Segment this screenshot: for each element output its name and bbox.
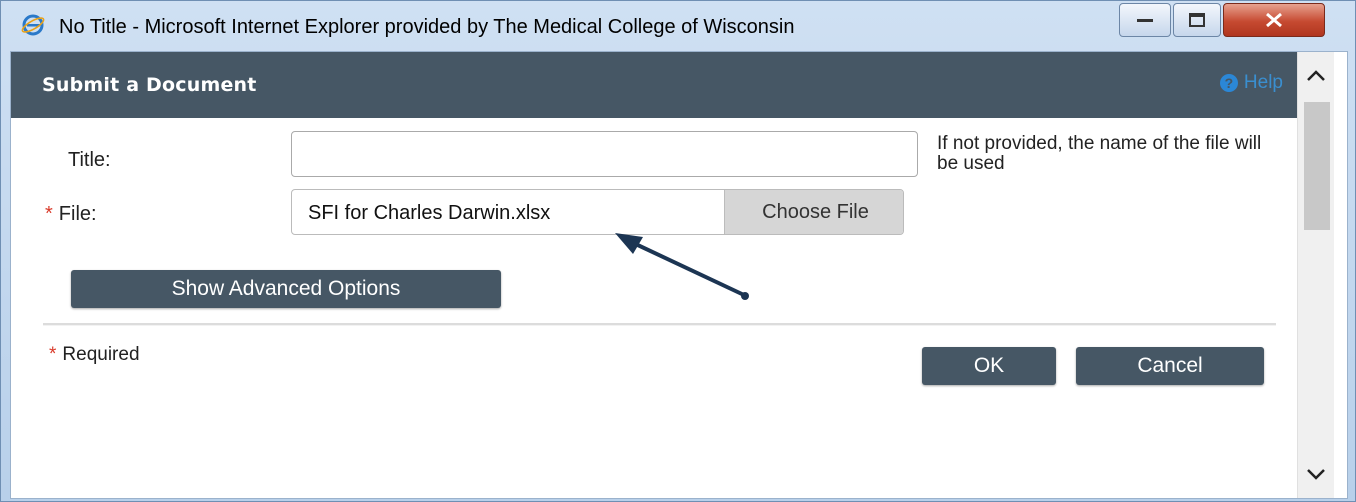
scrollbar-thumb[interactable] (1304, 102, 1330, 230)
dialog-title: Submit a Document (42, 74, 257, 96)
ok-button[interactable]: OK (922, 347, 1056, 385)
show-advanced-options-button[interactable]: Show Advanced Options (71, 270, 501, 308)
browser-window: No Title - Microsoft Internet Explorer p… (0, 0, 1356, 502)
chevron-down-icon (1307, 469, 1325, 480)
required-asterisk: * (45, 203, 53, 225)
file-input[interactable]: SFI for Charles Darwin.xlsx Choose File (291, 189, 904, 235)
title-label: Title: (68, 149, 111, 171)
file-label: File: (58, 203, 97, 225)
close-icon (1266, 12, 1282, 28)
vertical-scrollbar[interactable] (1297, 52, 1334, 498)
required-note: * Required (49, 344, 140, 366)
scroll-down-button[interactable] (1298, 454, 1334, 498)
help-label: Help (1243, 72, 1283, 93)
window-title: No Title - Microsoft Internet Explorer p… (59, 16, 795, 38)
maximize-button[interactable] (1173, 3, 1221, 37)
title-bar: No Title - Microsoft Internet Explorer p… (1, 1, 1355, 53)
chevron-up-icon (1307, 70, 1325, 81)
required-asterisk: * (49, 344, 57, 365)
help-link[interactable]: ? Help (1219, 72, 1283, 94)
file-label-row: * File: (45, 203, 97, 226)
file-name: SFI for Charles Darwin.xlsx (308, 202, 551, 224)
close-button[interactable] (1223, 3, 1325, 37)
dialog-client-area: Submit a Document ? Help Title: If not p… (10, 51, 1348, 499)
divider (43, 323, 1276, 326)
cancel-button[interactable]: Cancel (1076, 347, 1264, 385)
title-hint: If not provided, the name of the file wi… (937, 133, 1262, 174)
title-input[interactable] (291, 131, 918, 177)
required-label: Required (62, 344, 140, 365)
maximize-icon (1189, 13, 1205, 27)
choose-file-button[interactable]: Choose File (724, 190, 903, 234)
scroll-up-button[interactable] (1298, 52, 1334, 96)
minimize-button[interactable] (1119, 3, 1171, 37)
help-circle-icon: ? (1219, 74, 1238, 92)
minimize-icon (1137, 19, 1153, 22)
dialog-header: Submit a Document ? Help (11, 52, 1297, 118)
ie-icon (21, 14, 45, 36)
